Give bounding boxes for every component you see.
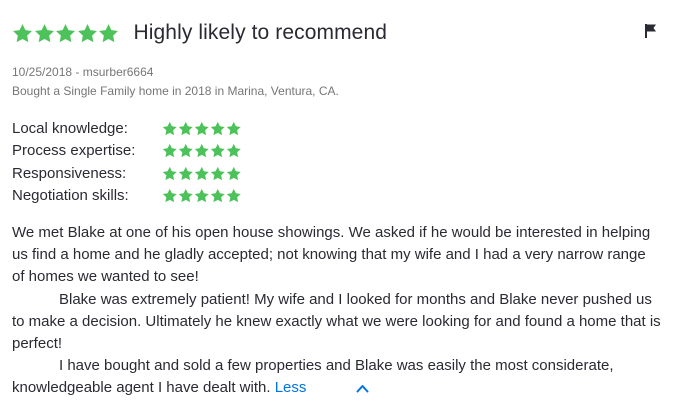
star-icon (210, 166, 226, 182)
rating-label: Process expertise: (12, 142, 136, 160)
review-header: Highly likely to recommend (12, 18, 387, 48)
star-icon (178, 121, 194, 137)
review-body: We met Blake at one of his open house sh… (12, 222, 662, 400)
star-icon (194, 143, 210, 159)
star-icon (194, 166, 210, 182)
rating-row-negotiation-skills: Negotiation skills: (12, 185, 242, 208)
rating-stars (162, 166, 242, 182)
star-icon (210, 121, 226, 137)
star-icon (12, 23, 33, 44)
sub-ratings: Local knowledge: Process expertise: Resp… (12, 117, 242, 207)
star-icon (162, 143, 178, 159)
flag-icon[interactable] (643, 23, 659, 39)
star-icon (226, 166, 242, 182)
overall-rating-stars (12, 23, 120, 44)
star-icon (178, 166, 194, 182)
star-icon (178, 143, 194, 159)
review-date-author: 10/25/2018 - msurber6664 (12, 65, 154, 79)
star-icon (162, 121, 178, 137)
rating-label: Responsiveness: (12, 164, 127, 182)
star-icon (226, 188, 242, 204)
star-icon (77, 23, 98, 44)
review-title: Highly likely to recommend (133, 21, 388, 44)
rating-stars (162, 188, 242, 204)
review-paragraph: Blake was extremely patient! My wife and… (12, 290, 661, 353)
rating-row-responsiveness: Responsiveness: (12, 162, 242, 185)
star-icon (194, 121, 210, 137)
rating-label: Negotiation skills: (12, 187, 129, 205)
star-icon (226, 143, 242, 159)
less-link[interactable]: Less (275, 379, 370, 396)
review-paragraph-last: I have bought and sold a few properties … (12, 355, 662, 399)
purchase-info: Bought a Single Family home in 2018 in M… (12, 84, 339, 98)
star-icon (194, 188, 210, 204)
star-icon (226, 121, 242, 137)
rating-row-local-knowledge: Local knowledge: (12, 117, 242, 140)
star-icon (34, 23, 55, 44)
star-icon (55, 23, 76, 44)
star-icon (162, 188, 178, 204)
rating-stars (162, 121, 242, 137)
rating-label: Local knowledge: (12, 119, 128, 137)
star-icon (162, 166, 178, 182)
star-icon (210, 143, 226, 159)
rating-row-process-expertise: Process expertise: (12, 140, 242, 163)
chevron-up-icon (309, 384, 369, 393)
review-paragraph: We met Blake at one of his open house sh… (12, 224, 651, 286)
star-icon (98, 23, 119, 44)
star-icon (210, 188, 226, 204)
star-icon (178, 188, 194, 204)
rating-stars (162, 143, 242, 159)
less-label: Less (274, 379, 307, 397)
review-card: Highly likely to recommend 10/25/2018 - … (12, 0, 667, 407)
